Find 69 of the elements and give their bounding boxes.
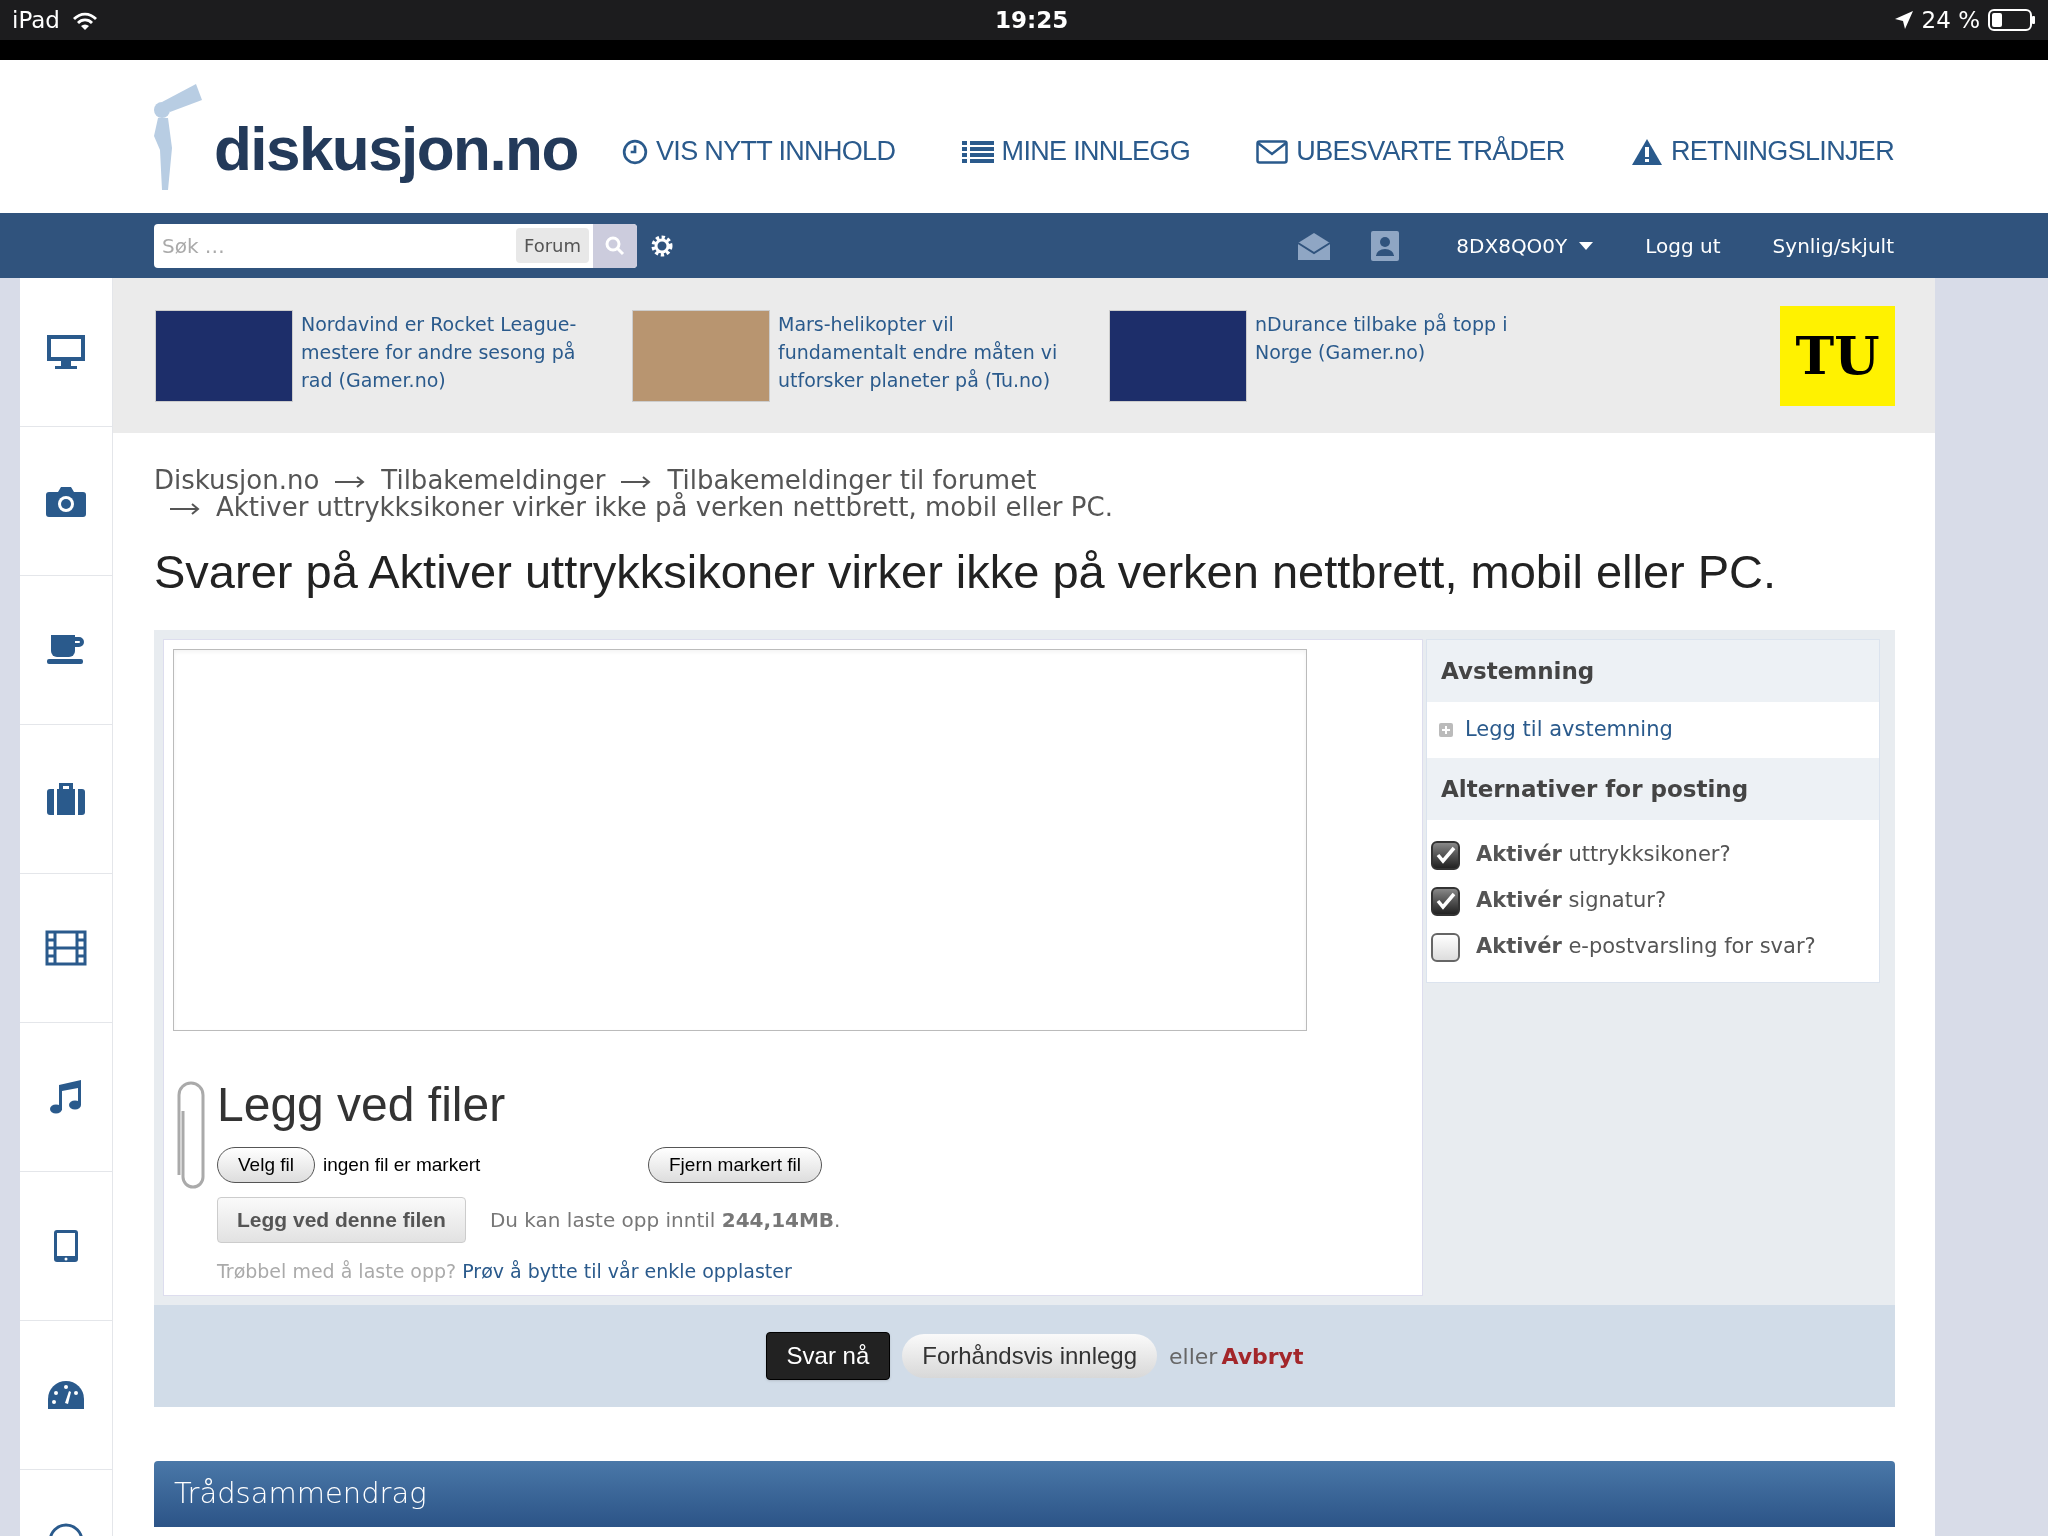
choose-file-button[interactable]: Velg fil bbox=[217, 1146, 315, 1183]
checkbox[interactable] bbox=[1431, 840, 1460, 870]
cup-icon bbox=[45, 633, 87, 667]
advertiser-logo[interactable]: TU bbox=[1780, 305, 1895, 406]
option-label: Aktivér e-postvarsling for svar? bbox=[1476, 933, 1816, 961]
wifi-icon bbox=[71, 10, 98, 30]
envelope-icon[interactable] bbox=[1296, 230, 1333, 261]
battery-icon bbox=[1988, 9, 2036, 31]
panel-heading: Avstemning bbox=[1427, 639, 1879, 702]
photo-placeholder[interactable] bbox=[1109, 309, 1247, 402]
briefcase-icon bbox=[45, 781, 87, 817]
battery-percent: 24 % bbox=[1921, 5, 1980, 35]
arrow-icon bbox=[170, 502, 200, 515]
mail-icon bbox=[1256, 139, 1289, 164]
clock-time: 19:25 bbox=[995, 5, 1069, 35]
film-icon bbox=[45, 930, 87, 966]
monitor-icon bbox=[45, 333, 87, 371]
arrow-icon bbox=[335, 475, 366, 488]
submit-button[interactable]: Svar nå bbox=[765, 1332, 891, 1380]
upload-limit: Du kan laste opp inntil 244,14MB. bbox=[489, 1206, 841, 1234]
breadcrumb-link[interactable]: Diskusjon.no bbox=[154, 465, 320, 495]
checkbox[interactable] bbox=[1431, 886, 1460, 916]
checkmark-icon bbox=[1435, 846, 1456, 864]
attachments-heading: Legg ved filer bbox=[217, 1080, 507, 1129]
gauge-icon bbox=[46, 1379, 86, 1411]
contact-card-icon[interactable] bbox=[1370, 229, 1401, 262]
nav-link[interactable]: MINE INNLEGG bbox=[961, 131, 1190, 172]
search-icon bbox=[605, 235, 625, 256]
search-button[interactable] bbox=[593, 223, 637, 268]
nav-link[interactable]: VIS NYTT INNHOLD bbox=[622, 131, 896, 172]
caret-icon bbox=[1579, 241, 1594, 250]
option-label: Aktivér signatur? bbox=[1476, 887, 1667, 915]
option-label: Aktivér uttrykksikoner? bbox=[1476, 841, 1731, 869]
checkmark-icon bbox=[1435, 892, 1456, 910]
simple-uploader-link[interactable]: Prøv å bytte til vår enkle opplaster bbox=[462, 1259, 792, 1282]
username-menu[interactable]: 8DX8QO0Y bbox=[1456, 230, 1594, 261]
photo-placeholder[interactable] bbox=[155, 309, 293, 402]
device-name: iPad bbox=[12, 5, 60, 35]
warning-icon bbox=[1630, 137, 1663, 166]
or-text: eller bbox=[1169, 1342, 1218, 1371]
music-note-icon bbox=[48, 1079, 84, 1115]
news-link[interactable]: Mars-helikopter vil fundamentalt endre måten vi utforsker planeter på (Tu.no) bbox=[778, 309, 1088, 394]
breadcrumb-link[interactable]: Tilbakemeldinger bbox=[381, 465, 606, 495]
location-arrow-icon bbox=[1893, 10, 1914, 30]
checkbox[interactable] bbox=[1431, 932, 1460, 962]
add-poll-link[interactable]: Legg til avstemning bbox=[1465, 714, 1673, 746]
nav-link[interactable]: UBESVARTE TRÅDER bbox=[1256, 131, 1565, 172]
attach-file-button[interactable]: Legg ved denne filen bbox=[217, 1197, 466, 1243]
camera-icon bbox=[45, 484, 87, 518]
arrow-icon bbox=[621, 475, 652, 488]
user-link[interactable]: Synlig/skjult bbox=[1772, 230, 1894, 261]
nav-link[interactable]: RETNINGSLINJER bbox=[1630, 131, 1894, 172]
news-link[interactable]: nDurance tilbake på topp i Norge (Gamer.no) bbox=[1255, 309, 1565, 366]
page-title: Svarer på Aktiver uttrykksikoner virker ikke på verken nettbrett, mobil eller PC. bbox=[154, 544, 1778, 600]
user-link[interactable]: Logg ut bbox=[1645, 230, 1721, 261]
tablet-icon bbox=[52, 1229, 80, 1263]
search-scope[interactable]: Forum bbox=[515, 228, 589, 263]
upload-help: Trøbbel med å laste opp? bbox=[217, 1259, 457, 1282]
remove-file-button[interactable]: Fjern markert fil bbox=[648, 1146, 822, 1183]
search-field[interactable]: Søk … Forum bbox=[154, 223, 637, 268]
clock-icon bbox=[622, 138, 648, 165]
cancel-link[interactable]: Avbryt bbox=[1221, 1339, 1304, 1373]
preview-button[interactable]: Forhåndsvis innlegg bbox=[902, 1334, 1158, 1378]
panel-heading: Alternativer for posting bbox=[1427, 757, 1879, 820]
section-header: Trådsammendrag bbox=[154, 1461, 1895, 1527]
file-status: ingen fil er markert bbox=[323, 1152, 482, 1177]
news-link[interactable]: Nordavind er Rocket League-mestere for andre sesong på rad (Gamer.no) bbox=[301, 309, 611, 394]
plus-icon bbox=[1439, 722, 1453, 737]
list-icon bbox=[961, 139, 994, 164]
